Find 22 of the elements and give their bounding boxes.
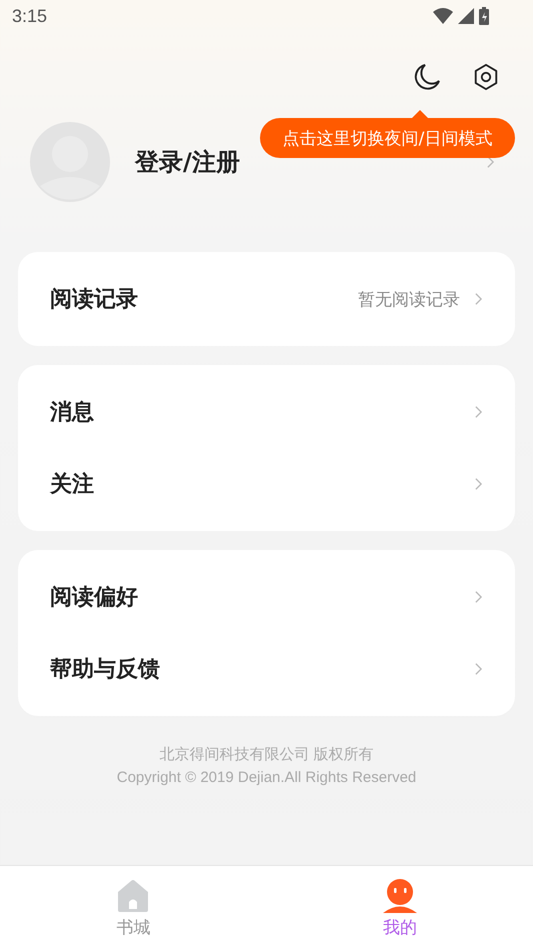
menu-item-value: 暂无阅读记录 (358, 288, 460, 310)
menu-item[interactable]: 阅读偏好 (18, 561, 515, 633)
menu-item[interactable]: 关注 (18, 448, 515, 520)
wifi-icon (433, 8, 453, 24)
person-icon (382, 878, 418, 914)
menu-item[interactable]: 帮助与反馈 (18, 633, 515, 705)
company-text: 北京得间科技有限公司 版权所有 (159, 745, 374, 765)
chevron-icon (474, 590, 483, 604)
copyright-text: Copyright © 2019 Dejian.All Rights Reserved (116, 768, 416, 788)
chevron-icon (474, 662, 483, 676)
tooltip: 点击这里切换夜间/日间模式 (260, 118, 515, 158)
chevron-icon (474, 292, 483, 306)
chevron-icon (486, 155, 495, 169)
tooltip-arrow-icon (412, 110, 428, 118)
menu-item[interactable]: 阅读记录 暂无阅读记录 (18, 263, 515, 335)
chevron-icon (474, 405, 483, 419)
battery-icon (479, 7, 489, 25)
chevron-icon (474, 477, 483, 491)
status-time: 3:15 (12, 6, 48, 26)
nav-tab[interactable]: 我的 (266, 866, 533, 948)
signal-icon (458, 8, 474, 24)
menu-item[interactable]: 消息 (18, 376, 515, 448)
